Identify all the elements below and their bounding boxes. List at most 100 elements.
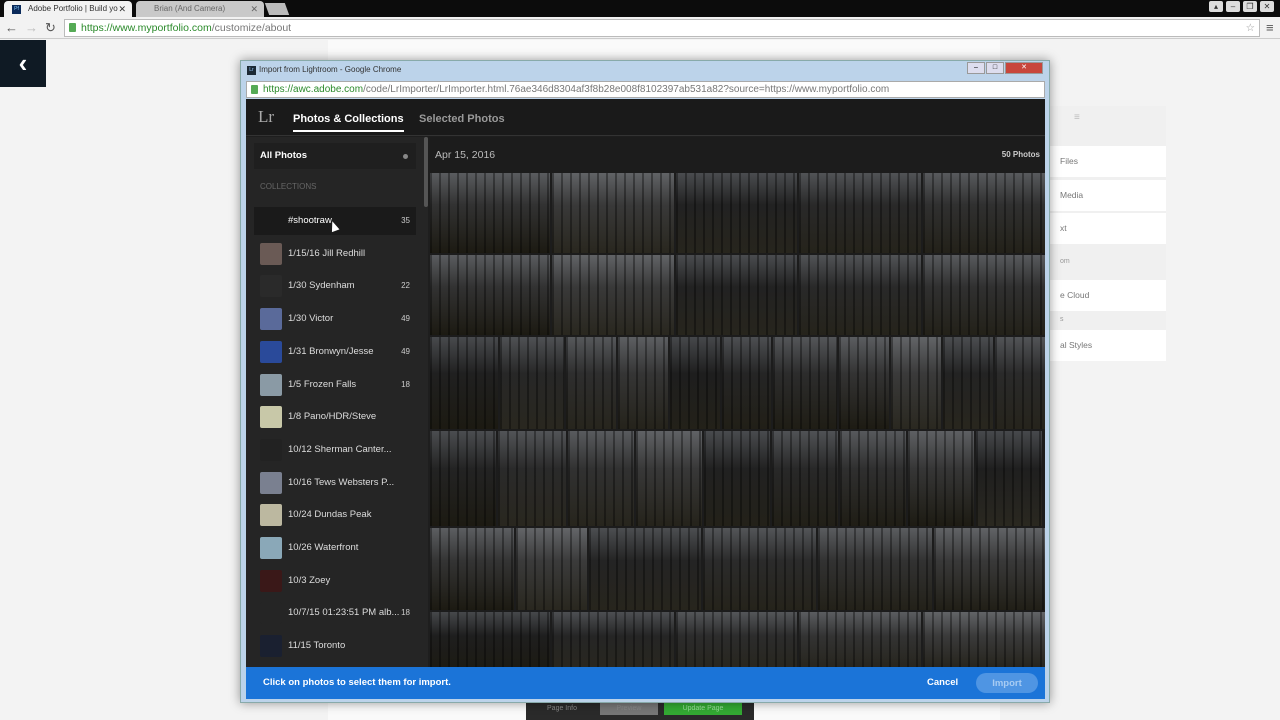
import-button[interactable]: Import <box>976 673 1038 693</box>
restore-button[interactable]: ❐ <box>1243 1 1257 12</box>
page-info-button[interactable]: Page Info <box>534 703 590 715</box>
photo-thumbnail[interactable] <box>430 612 550 667</box>
tab-adobe-portfolio[interactable]: Pf Adobe Portfolio | Build yo ✕ <box>4 1 132 17</box>
star-icon[interactable]: ☆ <box>1246 20 1255 36</box>
collection-item[interactable]: 1/31 Bronwyn/Jesse 49 <box>254 338 416 366</box>
menu-icon[interactable]: ≡ <box>1266 20 1274 35</box>
new-tab-button[interactable] <box>264 3 290 15</box>
photo-thumbnail[interactable] <box>891 337 942 429</box>
collection-item[interactable]: 10/24 Dundas Peak <box>254 501 416 529</box>
back-icon[interactable]: ← <box>5 20 18 35</box>
photo-thumbnail[interactable] <box>799 612 922 667</box>
collection-thumbnail <box>260 602 282 625</box>
photo-thumbnail[interactable] <box>430 337 498 429</box>
photo-thumbnail[interactable] <box>943 337 994 429</box>
photo-thumbnail[interactable] <box>669 337 720 429</box>
close-button[interactable]: ✕ <box>1005 62 1043 74</box>
preview-button[interactable]: Preview <box>600 703 658 715</box>
photo-thumbnail[interactable] <box>515 528 588 610</box>
panel-item[interactable]: xt <box>1040 213 1166 244</box>
collection-item[interactable]: 10/16 Tews Websters P... <box>254 469 416 497</box>
collection-item[interactable]: 10/7/15 01:23:51 PM alb... 18 <box>254 599 416 627</box>
collection-item[interactable]: 1/30 Sydenham 22 <box>254 272 416 300</box>
photo-thumbnail[interactable] <box>818 528 932 610</box>
collection-item[interactable]: 1/30 Victor 49 <box>254 305 416 333</box>
collection-item[interactable]: 11/15 Toronto <box>254 632 416 660</box>
panel-item[interactable]: Files <box>1040 146 1166 177</box>
photo-thumbnail[interactable] <box>430 255 550 335</box>
photo-thumbnail[interactable] <box>430 431 496 526</box>
photo-thumbnail[interactable] <box>551 255 674 335</box>
window-title: Import from Lightroom - Google Chrome <box>259 65 402 74</box>
photo-thumbnail[interactable] <box>933 528 1045 610</box>
photo-thumbnail[interactable] <box>499 337 564 429</box>
collection-item[interactable]: 10/26 Waterfront <box>254 534 416 562</box>
photo-thumbnail[interactable] <box>799 255 922 335</box>
photo-thumbnail[interactable] <box>995 337 1045 429</box>
photo-thumbnail[interactable] <box>636 431 702 526</box>
photo-thumbnail[interactable] <box>799 173 922 253</box>
photo-thumbnail[interactable] <box>430 173 550 253</box>
cancel-button[interactable]: Cancel <box>927 677 958 688</box>
update-page-button[interactable]: Update Page <box>664 703 742 715</box>
photo-thumbnail[interactable] <box>721 337 772 429</box>
drag-handle-icon[interactable]: ≡ <box>1074 112 1080 123</box>
collection-count: 35 <box>401 216 410 225</box>
photo-thumbnail[interactable] <box>675 255 798 335</box>
photo-thumbnail[interactable] <box>976 431 1042 526</box>
maximize-button[interactable]: □ <box>986 62 1004 74</box>
collection-thumbnail <box>260 308 282 331</box>
photo-thumbnail[interactable] <box>498 431 566 526</box>
forward-icon[interactable]: → <box>25 20 38 35</box>
close-tab-icon[interactable]: ✕ <box>250 1 258 17</box>
tab-photos-collections[interactable]: Photos & Collections <box>293 113 404 132</box>
browser-tabbar: Pf Adobe Portfolio | Build yo ✕ Brian (And… <box>0 0 1280 17</box>
url-input[interactable]: https://www.myportfolio.com/customize/ab… <box>64 19 1260 37</box>
minimize-button[interactable]: – <box>1226 1 1240 12</box>
reload-icon[interactable]: ↻ <box>45 20 56 36</box>
collection-thumbnail <box>260 242 282 265</box>
tab-label: Brian (And Camera) <box>154 4 226 13</box>
tab-selected-photos[interactable]: Selected Photos <box>419 113 505 125</box>
collection-item[interactable]: 1/15/16 Jill Redhill <box>254 240 416 268</box>
close-tab-icon[interactable]: ✕ <box>118 1 126 17</box>
photo-thumbnail[interactable] <box>908 431 974 526</box>
user-icon[interactable]: ▴ <box>1209 1 1223 12</box>
photo-thumbnail[interactable] <box>923 173 1045 253</box>
photo-area: Apr 15, 2016 50 Photos <box>430 137 1045 667</box>
photo-thumbnail[interactable] <box>773 337 838 429</box>
address-bar-area: ← → ↻ https://www.myportfolio.com/custom… <box>0 17 1280 39</box>
collection-item[interactable]: 1/8 Pano/HDR/Steve <box>254 403 416 431</box>
lightroom-icon: Lr <box>247 66 256 75</box>
photo-thumbnail[interactable] <box>551 612 674 667</box>
tab-brian[interactable]: Brian (And Camera) ✕ <box>136 1 264 17</box>
photo-thumbnail[interactable] <box>675 612 798 667</box>
collection-count: 18 <box>401 379 410 389</box>
photo-thumbnail[interactable] <box>772 431 838 526</box>
photo-thumbnail[interactable] <box>702 528 817 610</box>
photo-thumbnail[interactable] <box>430 528 514 610</box>
date-heading: Apr 15, 2016 <box>435 149 496 161</box>
back-button[interactable]: ‹ <box>0 40 46 87</box>
photo-thumbnail[interactable] <box>589 528 701 610</box>
minimize-button[interactable]: – <box>967 62 985 74</box>
photo-thumbnail[interactable] <box>840 431 906 526</box>
collection-item[interactable]: 1/5 Frozen Falls 18 <box>254 371 416 399</box>
sidebar-scrollbar[interactable] <box>424 137 428 207</box>
panel-item[interactable]: al Styles <box>1040 330 1166 361</box>
photo-thumbnail[interactable] <box>617 337 668 429</box>
all-photos-item[interactable]: All Photos <box>254 143 416 169</box>
photo-thumbnail[interactable] <box>839 337 890 429</box>
photo-thumbnail[interactable] <box>675 173 798 253</box>
close-window-button[interactable]: ✕ <box>1260 1 1274 12</box>
photo-thumbnail[interactable] <box>923 255 1045 335</box>
collection-item[interactable]: 10/12 Sherman Canter... <box>254 436 416 464</box>
photo-thumbnail[interactable] <box>568 431 634 526</box>
photo-thumbnail[interactable] <box>923 612 1045 667</box>
collection-item[interactable]: 10/3 Zoey <box>254 567 416 595</box>
photo-thumbnail[interactable] <box>704 431 770 526</box>
panel-item[interactable]: e Cloud <box>1040 280 1166 311</box>
photo-thumbnail[interactable] <box>551 173 674 253</box>
photo-thumbnail[interactable] <box>565 337 616 429</box>
panel-item[interactable]: Media <box>1040 180 1166 211</box>
